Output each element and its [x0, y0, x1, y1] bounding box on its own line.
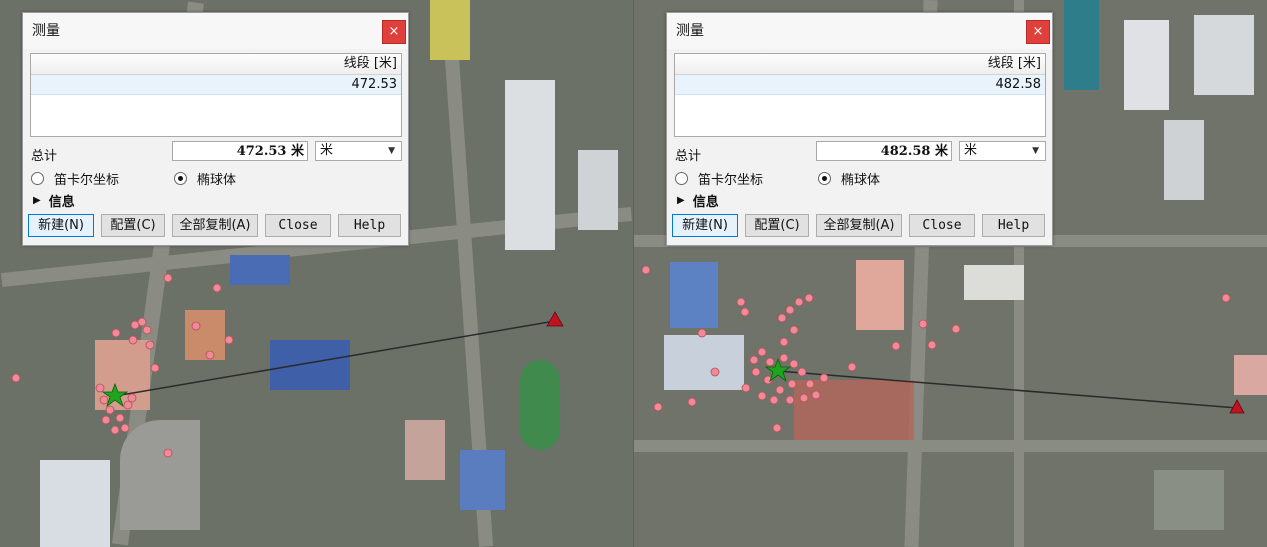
total-label: 总计 — [675, 149, 702, 164]
total-value-field[interactable]: 482.58 米 — [816, 141, 952, 161]
total-value-field[interactable]: 472.53 米 — [172, 141, 308, 161]
close-icon[interactable]: × — [382, 20, 406, 44]
help-button[interactable]: Help — [338, 214, 401, 237]
unit-select-value: 米 — [964, 143, 978, 158]
new-button[interactable]: 新建(N) — [672, 214, 738, 237]
config-button[interactable]: 配置(C) — [101, 214, 165, 237]
info-expander[interactable]: ▶ 信息 — [677, 191, 719, 210]
radio-label: 椭球体 — [841, 173, 881, 188]
radio-cartesian[interactable]: 笛卡尔坐标 — [675, 169, 763, 188]
table-column-header[interactable]: 线段 [米] — [675, 54, 1045, 75]
radio-circle-selected[interactable] — [818, 172, 831, 185]
segment-table: 线段 [米] 472.53 — [30, 53, 402, 137]
close-button[interactable]: Close — [909, 214, 975, 237]
triangle-marker-icon — [546, 311, 564, 327]
help-button[interactable]: Help — [982, 214, 1045, 237]
close-button[interactable]: Close — [265, 214, 331, 237]
measure-line — [114, 320, 556, 397]
table-row[interactable]: 482.58 — [675, 75, 1045, 95]
table-row[interactable]: 472.53 — [31, 75, 401, 95]
chevron-down-icon: ▼ — [388, 146, 395, 156]
info-label: 信息 — [692, 195, 719, 210]
dialog-titlebar[interactable]: 测量 × — [667, 13, 1052, 49]
radio-cartesian[interactable]: 笛卡尔坐标 — [31, 169, 119, 188]
coordinate-mode-group: 笛卡尔坐标 椭球体 — [675, 169, 1045, 188]
unit-select[interactable]: 米 ▼ — [315, 141, 402, 161]
radio-circle[interactable] — [31, 172, 44, 185]
radio-label: 椭球体 — [197, 173, 237, 188]
triangle-right-icon: ▶ — [677, 195, 685, 206]
measure-line — [777, 370, 1238, 409]
dialog-title: 测量 — [32, 23, 60, 39]
info-label: 信息 — [48, 195, 75, 210]
config-button[interactable]: 配置(C) — [745, 214, 809, 237]
triangle-right-icon: ▶ — [33, 195, 41, 206]
triangle-marker-icon — [1229, 399, 1245, 414]
copy-all-button[interactable]: 全部复制(A) — [816, 214, 902, 237]
close-icon[interactable]: × — [1026, 20, 1050, 44]
coordinate-mode-group: 笛卡尔坐标 椭球体 — [31, 169, 401, 188]
radio-circle-selected[interactable] — [174, 172, 187, 185]
radio-ellipsoid[interactable]: 椭球体 — [174, 169, 236, 188]
table-column-header[interactable]: 线段 [米] — [31, 54, 401, 75]
total-label: 总计 — [31, 149, 58, 164]
point-markers — [11, 273, 234, 458]
measure-dialog-left: 测量 × 线段 [米] 472.53 总计 472.53 米 米 ▼ 笛卡尔坐标… — [22, 12, 409, 246]
unit-select-value: 米 — [320, 143, 334, 158]
chevron-down-icon: ▼ — [1032, 146, 1039, 156]
dialog-title: 测量 — [676, 23, 704, 39]
radio-ellipsoid[interactable]: 椭球体 — [818, 169, 880, 188]
measure-dialog-right: 测量 × 线段 [米] 482.58 总计 482.58 米 米 ▼ 笛卡尔坐标… — [666, 12, 1053, 246]
unit-select[interactable]: 米 ▼ — [959, 141, 1046, 161]
copy-all-button[interactable]: 全部复制(A) — [172, 214, 258, 237]
radio-label: 笛卡尔坐标 — [54, 173, 120, 188]
dialog-titlebar[interactable]: 测量 × — [23, 13, 408, 49]
point-markers — [641, 265, 1231, 433]
new-button[interactable]: 新建(N) — [28, 214, 94, 237]
segment-table: 线段 [米] 482.58 — [674, 53, 1046, 137]
radio-circle[interactable] — [675, 172, 688, 185]
radio-label: 笛卡尔坐标 — [698, 173, 764, 188]
info-expander[interactable]: ▶ 信息 — [33, 191, 75, 210]
